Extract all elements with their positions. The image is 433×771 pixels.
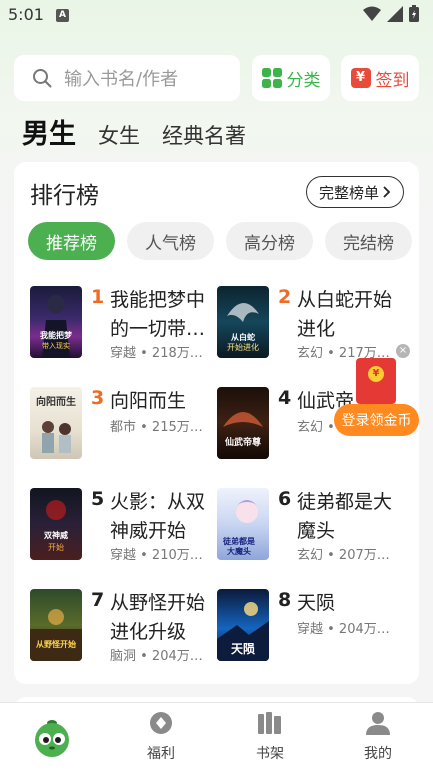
svg-text:徒弟都是: 徒弟都是 [222,536,255,546]
status-icons [363,5,419,22]
nav-bookshelf[interactable]: 书架 [230,711,310,763]
book-item-8[interactable]: 天陨 8 天陨 穿越 • 204万… [217,589,403,665]
book-meta: 脑洞 • 204万… [110,649,203,664]
book-rank: 2 [278,286,292,308]
signin-label: 签到 [375,70,410,91]
book-rank: 7 [91,589,105,611]
battery-icon [409,5,419,22]
search-icon [33,69,52,88]
book-item-5[interactable]: 双神威开始 5 火影：从双神威开始 穿越 • 210万… [30,488,216,564]
category-button[interactable]: 分类 [252,55,330,101]
book-cover: 天陨 [217,589,269,661]
book-meta: 穿越 • 210万… [110,548,203,563]
nav-label: 我的 [364,746,392,762]
mascot-icon[interactable] [30,715,74,759]
book-rank: 4 [278,387,292,409]
signin-icon: ¥ [350,68,371,88]
book-title: 我能把梦中的一切带… [110,289,206,340]
book-cover: 徒弟都是 大魔头 [217,488,269,560]
chip-recommend[interactable]: 推荐榜 [28,222,115,260]
book-cover: 从白蛇 开始进化 [217,286,269,358]
book-meta: 玄幻 • 207万… [297,548,390,563]
category-label: 分类 [286,70,321,91]
book-cover: 向阳而生 [30,387,82,459]
book-cover: 从野怪开始 [30,589,82,661]
search-placeholder: 输入书名/作者 [64,69,179,90]
book-cover: 仙武帝尊 [217,387,269,459]
login-coin-button[interactable]: 登录领金币 [334,404,419,436]
book-title: 从白蛇开始进化 [297,289,393,340]
svg-text:大魔头: 大魔头 [227,546,251,556]
status-time: 5:01 [8,5,44,24]
book-meta: 穿越 • 204万… [297,622,390,637]
signal-icon [387,5,403,22]
status-bar: 5:01 A [0,0,433,30]
book-rank: 8 [278,589,292,611]
book-cover: 双神威 开始 [30,488,82,560]
book-title: 天陨 [297,592,336,614]
category-grid-icon [261,68,282,88]
book-rank: 1 [91,286,105,308]
tab-classics[interactable]: 经典名著 [162,120,246,150]
book-title: 向阳而生 [110,390,187,412]
svg-text:开始进化: 开始进化 [227,342,259,352]
chip-popular[interactable]: 人气榜 [127,222,214,260]
book-rank: 5 [91,488,105,510]
book-title: 从野怪开始进化升级 [110,592,206,643]
close-icon[interactable]: × [396,344,410,358]
gift-icon [150,712,172,734]
nav-label: 书架 [256,746,284,762]
full-list-label: 完整榜单 [318,183,379,202]
nav-label: 福利 [147,746,175,762]
book-rank: 6 [278,488,292,510]
svg-text:我能把梦: 我能把梦 [40,330,73,340]
book-item-7[interactable]: 从野怪开始 7 从野怪开始进化升级 脑洞 • 204万… [30,589,216,665]
book-item-6[interactable]: 徒弟都是 大魔头 6 徒弟都是大魔头 玄幻 • 207万… [217,488,403,564]
profile-icon [366,712,390,735]
book-cover: 我能把梦 带入现实 [30,286,82,358]
bookshelf-icon [258,712,281,734]
ranking-chips: 推荐榜 人气榜 高分榜 完结榜 [28,222,412,260]
svg-text:从白蛇: 从白蛇 [231,332,255,342]
search-input[interactable]: 输入书名/作者 [14,55,240,101]
book-item-3[interactable]: 向阳而生 3 向阳而生 都市 • 215万… [30,387,216,463]
svg-text:带入现实: 带入现实 [42,341,70,350]
svg-text:双神威: 双神威 [44,530,68,540]
chevron-right-icon [383,186,391,198]
svg-text:从野怪开始: 从野怪开始 [36,639,76,649]
svg-text:向阳而生: 向阳而生 [36,395,76,408]
tab-male[interactable]: 男生 [22,112,76,151]
svg-text:仙武帝尊: 仙武帝尊 [225,436,261,448]
book-item-2[interactable]: 从白蛇 开始进化 2 从白蛇开始进化 玄幻 • 217万… [217,286,403,362]
book-item-1[interactable]: 我能把梦 带入现实 1 我能把梦中的一切带… 穿越 • 218万… [30,286,216,362]
ranking-title: 排行榜 [30,183,99,209]
book-rank: 3 [91,387,105,409]
bottom-nav: 福利 书架 我的 [0,702,433,771]
svg-text:天陨: 天陨 [231,642,255,656]
chip-high-score[interactable]: 高分榜 [226,222,313,260]
notification-icon: A [56,9,69,22]
svg-text:开始: 开始 [48,542,64,552]
gender-tabs: 男生 女生 经典名著 [22,112,268,151]
book-title: 徒弟都是大魔头 [297,491,393,542]
coin-icon: ¥ [368,366,384,382]
chip-completed[interactable]: 完结榜 [325,222,412,260]
signin-button[interactable]: ¥ 签到 [341,55,419,101]
full-list-button[interactable]: 完整榜单 [306,176,404,208]
book-meta: 穿越 • 218万… [110,346,203,361]
nav-welfare[interactable]: 福利 [121,711,201,763]
tab-female[interactable]: 女生 [98,120,140,150]
book-meta: 都市 • 215万… [110,420,203,435]
wifi-icon [363,6,381,21]
book-title: 火影：从双神威开始 [110,491,206,542]
nav-profile[interactable]: 我的 [338,711,418,763]
red-packet-icon[interactable]: ¥ [356,358,396,404]
